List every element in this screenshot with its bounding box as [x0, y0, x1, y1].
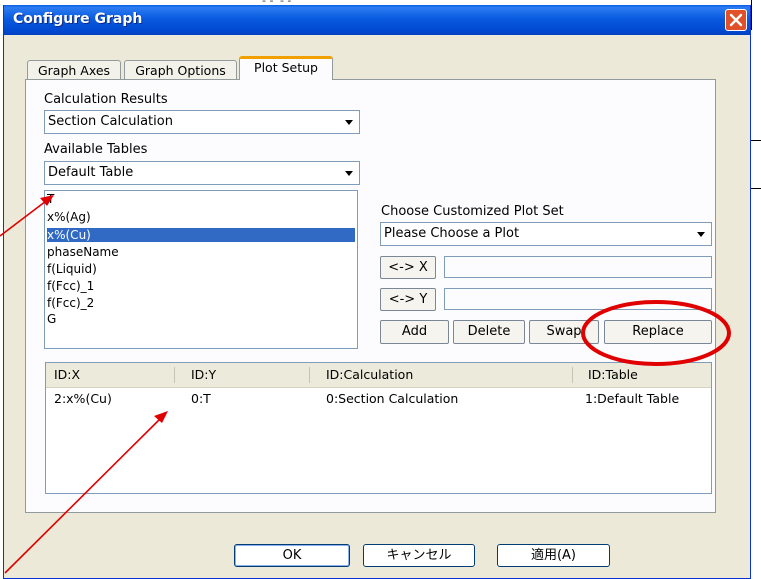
column-divider[interactable]	[309, 367, 310, 383]
column-header[interactable]: ID:X	[54, 367, 80, 382]
apply-button[interactable]: 適用(A)	[497, 544, 610, 567]
list-item[interactable]: T	[47, 192, 54, 206]
column-divider[interactable]	[572, 367, 573, 383]
calculation-results-value: Section Calculation	[48, 114, 173, 129]
plot-list-table[interactable]: ID:X ID:Y ID:Calculation ID:Table 2:x%(C…	[45, 362, 712, 494]
custom-plot-set-value: Please Choose a Plot	[384, 226, 520, 241]
close-button[interactable]	[725, 9, 747, 31]
swap-label: Swap	[546, 324, 582, 339]
chevron-down-icon	[345, 120, 353, 125]
delete-button[interactable]: Delete	[453, 320, 525, 344]
cancel-label: キャンセル	[386, 548, 452, 563]
variables-listbox[interactable]: T x%(Ag) x%(Cu) phaseName f(Liquid) f(Fc…	[44, 190, 358, 349]
custom-plot-set-select[interactable]: Please Choose a Plot	[380, 222, 712, 246]
list-item[interactable]: G	[47, 312, 56, 326]
background-line	[751, 188, 761, 189]
table-cell: 1:Default Table	[585, 391, 680, 406]
available-tables-select[interactable]: Default Table	[44, 161, 360, 185]
title-bar: Configure Graph	[4, 5, 750, 35]
tab-graph-options[interactable]: Graph Options	[124, 60, 237, 80]
column-divider[interactable]	[174, 367, 175, 383]
list-item[interactable]: f(Fcc)_2	[47, 296, 94, 310]
cancel-button[interactable]: キャンセル	[363, 544, 475, 567]
window-title: Configure Graph	[13, 11, 143, 27]
list-item-selected[interactable]: x%(Cu)	[47, 228, 355, 242]
ok-label: OK	[282, 548, 302, 563]
ok-button[interactable]: OK	[234, 544, 350, 567]
list-item[interactable]: phaseName	[47, 245, 119, 259]
chevron-down-icon	[345, 171, 353, 176]
y-variable-field[interactable]	[444, 288, 712, 310]
set-y-button[interactable]: <-> Y	[380, 288, 436, 311]
calculation-results-select[interactable]: Section Calculation	[44, 110, 360, 134]
delete-label: Delete	[467, 324, 511, 339]
background-line	[751, 0, 752, 30]
set-x-button[interactable]: <-> X	[380, 256, 436, 279]
tab-label: Graph Options	[135, 63, 226, 78]
tab-graph-axes[interactable]: Graph Axes	[27, 60, 121, 80]
add-label: Add	[401, 324, 428, 339]
available-tables-label: Available Tables	[44, 142, 148, 157]
column-header[interactable]: ID:Table	[588, 367, 638, 382]
chevron-down-icon	[697, 232, 705, 237]
column-header[interactable]: ID:Y	[191, 367, 216, 382]
tab-label: Graph Axes	[37, 63, 111, 78]
apply-label: 適用(A)	[530, 548, 577, 563]
background-line	[751, 140, 761, 141]
list-item[interactable]: f(Fcc)_1	[47, 279, 94, 293]
list-item[interactable]: f(Liquid)	[47, 262, 97, 276]
table-cell: 0:T	[191, 391, 211, 406]
tab-label: Plot Setup	[254, 60, 318, 75]
replace-button[interactable]: Replace	[604, 320, 712, 344]
add-button[interactable]: Add	[380, 320, 449, 344]
available-tables-value: Default Table	[48, 165, 134, 180]
x-variable-field[interactable]	[444, 256, 712, 278]
dropdown-button[interactable]	[340, 112, 358, 132]
custom-plot-set-label: Choose Customized Plot Set	[381, 204, 564, 219]
dropdown-button[interactable]	[340, 163, 358, 183]
dropdown-button[interactable]	[692, 224, 710, 244]
column-header[interactable]: ID:Calculation	[326, 367, 413, 382]
table-cell: 0:Section Calculation	[326, 391, 459, 406]
table-header: ID:X ID:Y ID:Calculation ID:Table	[46, 363, 711, 388]
table-cell: 2:x%(Cu)	[54, 391, 112, 406]
set-x-label: <-> X	[388, 260, 428, 275]
close-icon	[729, 13, 743, 27]
replace-label: Replace	[632, 324, 684, 339]
set-y-label: <-> Y	[388, 292, 428, 307]
list-item[interactable]: x%(Ag)	[47, 210, 91, 224]
calculation-results-label: Calculation Results	[44, 92, 168, 107]
tab-plot-setup[interactable]: Plot Setup	[239, 56, 333, 80]
swap-button[interactable]: Swap	[529, 320, 599, 344]
